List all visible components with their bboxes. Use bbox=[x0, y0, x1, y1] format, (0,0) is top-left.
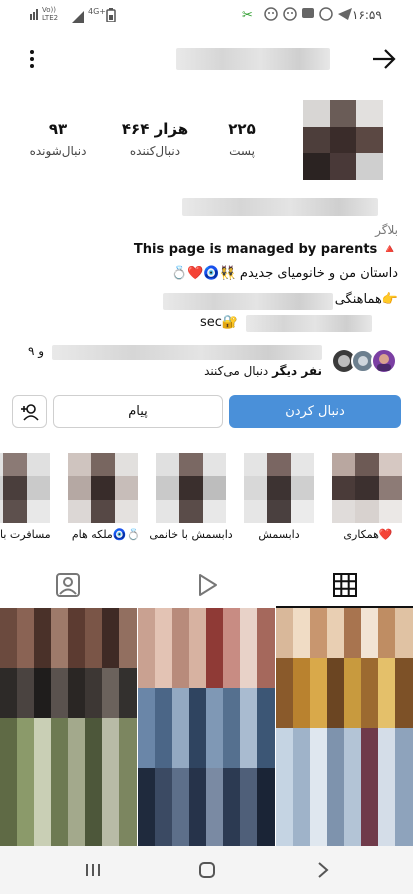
full-name-redacted bbox=[182, 198, 378, 216]
bio-line-3: 👉هماهنگی bbox=[334, 292, 398, 307]
posts-grid bbox=[0, 608, 413, 846]
followed-by-rest: دنبال می‌کنند bbox=[204, 364, 273, 378]
highlight-label-2: دابسمش bbox=[258, 528, 300, 541]
following-count: ۹۳ bbox=[48, 120, 68, 138]
post-thumbnail-2-low bbox=[138, 768, 275, 846]
grid-icon bbox=[333, 573, 357, 597]
svg-text:✂: ✂ bbox=[242, 8, 253, 22]
followed-by-bold: نفر دیگر bbox=[272, 364, 322, 378]
clock: ۱۶:۵۹ bbox=[352, 8, 382, 22]
followers-label: دنبال‌کننده bbox=[129, 144, 181, 158]
highlight-cover-1[interactable] bbox=[332, 453, 402, 523]
battery-icon bbox=[106, 7, 116, 26]
bio-redacted-1 bbox=[163, 293, 333, 310]
tagged-icon bbox=[56, 573, 80, 597]
followed-by-redacted bbox=[52, 345, 322, 360]
follow-button[interactable]: دنبال کردن bbox=[229, 395, 401, 428]
followers-stat[interactable]: ۴۶۴ هزار دنبال‌کننده bbox=[110, 120, 200, 158]
reels-icon bbox=[199, 574, 217, 596]
posts-count: ۲۲۵ bbox=[228, 120, 256, 138]
post-thumbnail-3-mid bbox=[276, 658, 413, 728]
followed-by-and: و ۹ bbox=[28, 344, 45, 358]
highlight-label-5: مسافرت با bbox=[0, 528, 51, 541]
post-thumbnail-3-low bbox=[276, 728, 413, 846]
signal-icon bbox=[30, 8, 40, 20]
post-thumbnail-1-lower bbox=[0, 718, 137, 846]
bio-line-4: sec🔐 bbox=[200, 315, 239, 330]
add-user-icon bbox=[20, 403, 39, 421]
highlight-cover-4[interactable] bbox=[68, 453, 138, 523]
tab-grid[interactable] bbox=[332, 572, 358, 598]
notification-icons: ✂ bbox=[240, 6, 360, 26]
home-icon[interactable] bbox=[198, 861, 216, 883]
network-type: 4G+ bbox=[88, 7, 106, 16]
back-nav-icon[interactable] bbox=[316, 861, 330, 883]
add-user-button[interactable] bbox=[12, 395, 47, 428]
volte-icon: Vo)) LTE2 bbox=[42, 6, 59, 22]
system-nav-bar bbox=[0, 846, 413, 894]
tab-tagged[interactable] bbox=[54, 572, 82, 598]
bio-line-2: داستان من و خانومیای جدیدم 👯🧿❤️💍 bbox=[171, 266, 398, 281]
post-thumbnail-1-dark bbox=[0, 668, 137, 718]
message-button[interactable]: پیام bbox=[53, 395, 223, 428]
post-thumbnail-2-mid bbox=[138, 688, 275, 768]
highlight-label-4: ملکه هام🧿💍 bbox=[71, 528, 141, 541]
highlight-cover-5[interactable] bbox=[0, 453, 50, 523]
posts-label: پست bbox=[229, 144, 255, 158]
followers-count: ۴۶۴ هزار bbox=[121, 120, 189, 138]
signal-icon-2 bbox=[72, 8, 86, 27]
bio-line-1: This page is managed by parents 🔺 bbox=[133, 242, 398, 257]
highlight-cover-3[interactable] bbox=[156, 453, 226, 523]
bio-redacted-2 bbox=[246, 315, 372, 332]
recent-apps-icon[interactable] bbox=[84, 862, 102, 882]
highlight-label-1: همکاری❤️ bbox=[343, 528, 393, 541]
more-options-icon[interactable] bbox=[22, 48, 42, 70]
followed-by-avatars[interactable] bbox=[332, 348, 398, 374]
following-stat[interactable]: ۹۳ دنبال‌شونده bbox=[18, 120, 98, 158]
username-redacted bbox=[176, 48, 330, 70]
profile-avatar[interactable] bbox=[303, 100, 383, 180]
followed-by-line-2: نفر دیگر دنبال می‌کنند bbox=[150, 364, 322, 378]
category-label: بلاگر bbox=[375, 223, 398, 237]
back-arrow-icon[interactable] bbox=[370, 46, 398, 72]
tab-reels[interactable] bbox=[194, 572, 220, 598]
highlight-label-3: دابسمش با خانمی bbox=[149, 528, 233, 541]
following-label: دنبال‌شونده bbox=[29, 144, 87, 158]
posts-stat[interactable]: ۲۲۵ پست bbox=[212, 120, 272, 158]
status-bar: Vo)) LTE2 4G+ ✂ ۱۶:۵۹ bbox=[0, 0, 413, 32]
highlight-cover-2[interactable] bbox=[244, 453, 314, 523]
